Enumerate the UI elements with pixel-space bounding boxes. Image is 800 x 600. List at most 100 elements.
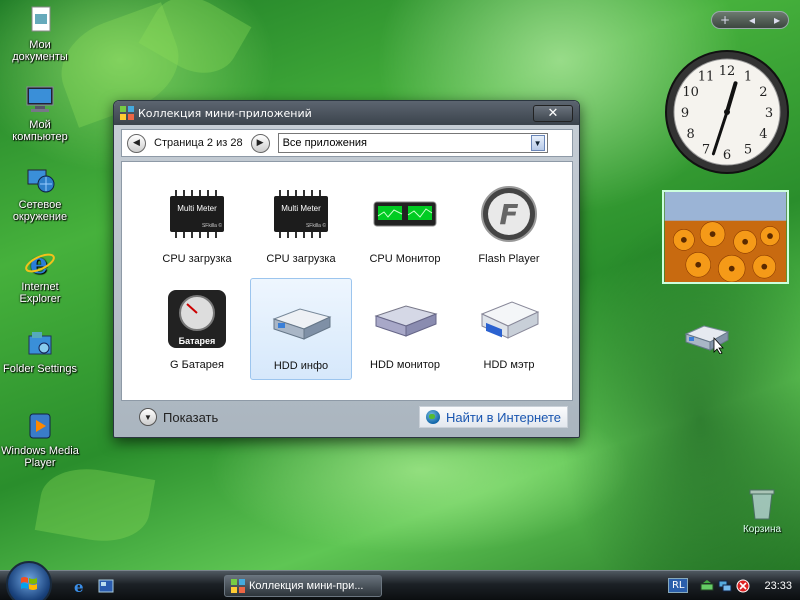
sidebar-controls: + ◂ ▸ — [711, 11, 789, 29]
dropdown-arrow-icon[interactable]: ▼ — [530, 135, 545, 151]
category-select-value: Все приложения — [282, 137, 367, 149]
desktop-icon-label: Folder Settings — [3, 363, 77, 375]
taskbar: e Коллекция мини-при... RL 23:33 — [0, 560, 800, 600]
taskbar-window-button[interactable]: Коллекция мини-при... — [224, 574, 382, 597]
close-button[interactable]: ✕ — [533, 104, 573, 122]
clock-numeral: 10 — [682, 85, 699, 100]
show-details-button[interactable]: ▼ Показать — [121, 408, 218, 426]
gadget-tile[interactable]: HDD мэтр — [458, 278, 560, 380]
ie-quicklaunch-icon[interactable]: e — [72, 578, 88, 594]
gadget-tile[interactable]: Батарея G Батарея — [146, 278, 248, 380]
clock-gadget[interactable]: 1234567891011 12 — [663, 48, 791, 176]
safely-remove-icon[interactable] — [700, 579, 714, 593]
network-tray-icon[interactable] — [718, 579, 732, 593]
next-gadget-button[interactable]: ▸ — [774, 13, 780, 27]
clock-numeral: 9 — [681, 106, 689, 121]
clock-numeral: 4 — [759, 127, 767, 142]
svg-text:F: F — [499, 198, 518, 231]
add-gadget-button[interactable]: + — [720, 13, 730, 27]
svg-text:e: e — [30, 247, 48, 278]
gadget-gallery-window: Коллекция мини-приложений ✕ ◀ Страница 2… — [113, 100, 580, 438]
clock-numeral: 12 — [719, 64, 736, 79]
clock-numeral: 1 — [744, 70, 752, 85]
gadget-label: CPU загрузка — [266, 253, 336, 265]
hdd-icon — [374, 305, 438, 337]
gadget-label: Flash Player — [478, 253, 540, 265]
gadget-tile[interactable]: Multi Meter SFkilla © CPU загрузка — [250, 172, 352, 274]
gadget-label: CPU загрузка — [162, 253, 232, 265]
desktop-icon-recycle-bin[interactable]: Корзина — [732, 487, 792, 535]
gallery-toolbar: ◀ Страница 2 из 28 ▶ Все приложения ▼ — [121, 129, 573, 157]
globe-icon — [425, 410, 440, 424]
hdd-icon — [272, 308, 332, 340]
desktop-icon-label: Мой компьютер — [12, 119, 68, 143]
desktop-icon-ie[interactable]: e Internet Explorer — [0, 246, 80, 305]
clock-time[interactable]: 23:33 — [764, 580, 792, 592]
close-icon: ✕ — [547, 105, 559, 121]
hdd-icon — [480, 301, 540, 339]
slideshow-gadget[interactable] — [662, 190, 789, 284]
chevron-left-icon: ◀ — [133, 138, 140, 148]
battery-label: Батарея — [179, 336, 216, 346]
documents-icon — [24, 4, 56, 36]
multi-meter-icon: Multi Meter SFkilla © — [170, 190, 224, 238]
gallery-footer: ▼ Показать Найти в Интернете — [121, 403, 573, 431]
desktop-icon-label: Сетевое окружение — [12, 199, 68, 223]
prev-gadget-button[interactable]: ◂ — [749, 13, 755, 27]
gadget-gallery-icon — [120, 106, 134, 120]
windows-logo-icon — [21, 576, 37, 590]
desktop-icon-label: Internet Explorer — [19, 281, 61, 305]
gadget-tile[interactable]: F Flash Player — [458, 172, 560, 274]
gadget-label: G Батарея — [170, 359, 224, 371]
window-titlebar[interactable]: Коллекция мини-приложений ✕ — [114, 101, 579, 125]
clock-numeral: 7 — [702, 142, 710, 157]
get-more-online-link[interactable]: Найти в Интернете — [418, 406, 568, 428]
gadget-label: HDD мэтр — [483, 359, 535, 371]
clock-numeral: 2 — [759, 85, 767, 100]
svg-text:e: e — [74, 578, 84, 594]
gadget-tile[interactable]: CPU Монитор — [354, 172, 456, 274]
network-icon — [24, 164, 56, 196]
battery-gauge-icon: Батарея — [168, 290, 226, 348]
next-page-button[interactable]: ▶ — [250, 133, 270, 153]
cpu-monitor-icon — [373, 201, 437, 227]
clock-numeral: 3 — [765, 106, 773, 121]
security-alert-icon[interactable] — [736, 579, 750, 593]
desktop-icon-media-player[interactable]: Windows Media Player — [0, 410, 80, 469]
chevron-right-icon: ▶ — [256, 138, 264, 148]
clock-numeral: 5 — [744, 142, 752, 157]
desktop-icon-documents[interactable]: Мои документы — [0, 4, 80, 63]
language-indicator[interactable]: RL — [667, 578, 689, 593]
gadget-grid: Multi Meter SFkilla © CPU загрузка Multi… — [121, 161, 573, 401]
clock-numeral: 8 — [686, 127, 694, 142]
gadget-tile[interactable]: Multi Meter SFkilla © CPU загрузка — [146, 172, 248, 274]
start-button[interactable] — [6, 560, 52, 600]
desktop-icon-label: Windows Media Player — [1, 445, 79, 469]
desktop-icon-label: Корзина — [742, 524, 782, 535]
desktop-icon-folder-settings[interactable]: Folder Settings — [0, 328, 80, 375]
recycle-bin-icon — [749, 489, 775, 520]
dragged-hdd-icon[interactable] — [682, 320, 732, 354]
background-leaf — [34, 460, 156, 550]
flash-player-icon: F — [481, 186, 537, 242]
gadget-tile[interactable]: HDD монитор — [354, 278, 456, 380]
gadget-gallery-icon — [231, 578, 245, 593]
chip-label: Multi Meter — [281, 204, 321, 213]
gadget-label: HDD монитор — [370, 359, 440, 371]
desktop-icon-computer[interactable]: Мой компьютер — [0, 84, 80, 143]
system-tray: RL 23:33 — [667, 571, 800, 600]
multi-meter-icon: Multi Meter SFkilla © — [274, 190, 328, 238]
page-indicator: Страница 2 из 28 — [154, 137, 243, 149]
prev-page-button[interactable]: ◀ — [127, 133, 146, 153]
show-desktop-icon[interactable] — [98, 578, 114, 594]
ie-icon: e — [24, 246, 56, 280]
folder-settings-icon — [24, 328, 56, 360]
clock-numeral: 6 — [723, 148, 731, 163]
computer-icon — [24, 84, 56, 116]
get-more-online-label: Найти в Интернете — [445, 409, 561, 425]
desktop-icon-network[interactable]: Сетевое окружение — [0, 164, 80, 223]
category-select[interactable]: Все приложения ▼ — [277, 133, 548, 153]
gadget-label: CPU Монитор — [369, 253, 441, 265]
chip-label: Multi Meter — [177, 204, 217, 213]
gadget-tile-selected[interactable]: HDD инфо — [250, 278, 352, 380]
